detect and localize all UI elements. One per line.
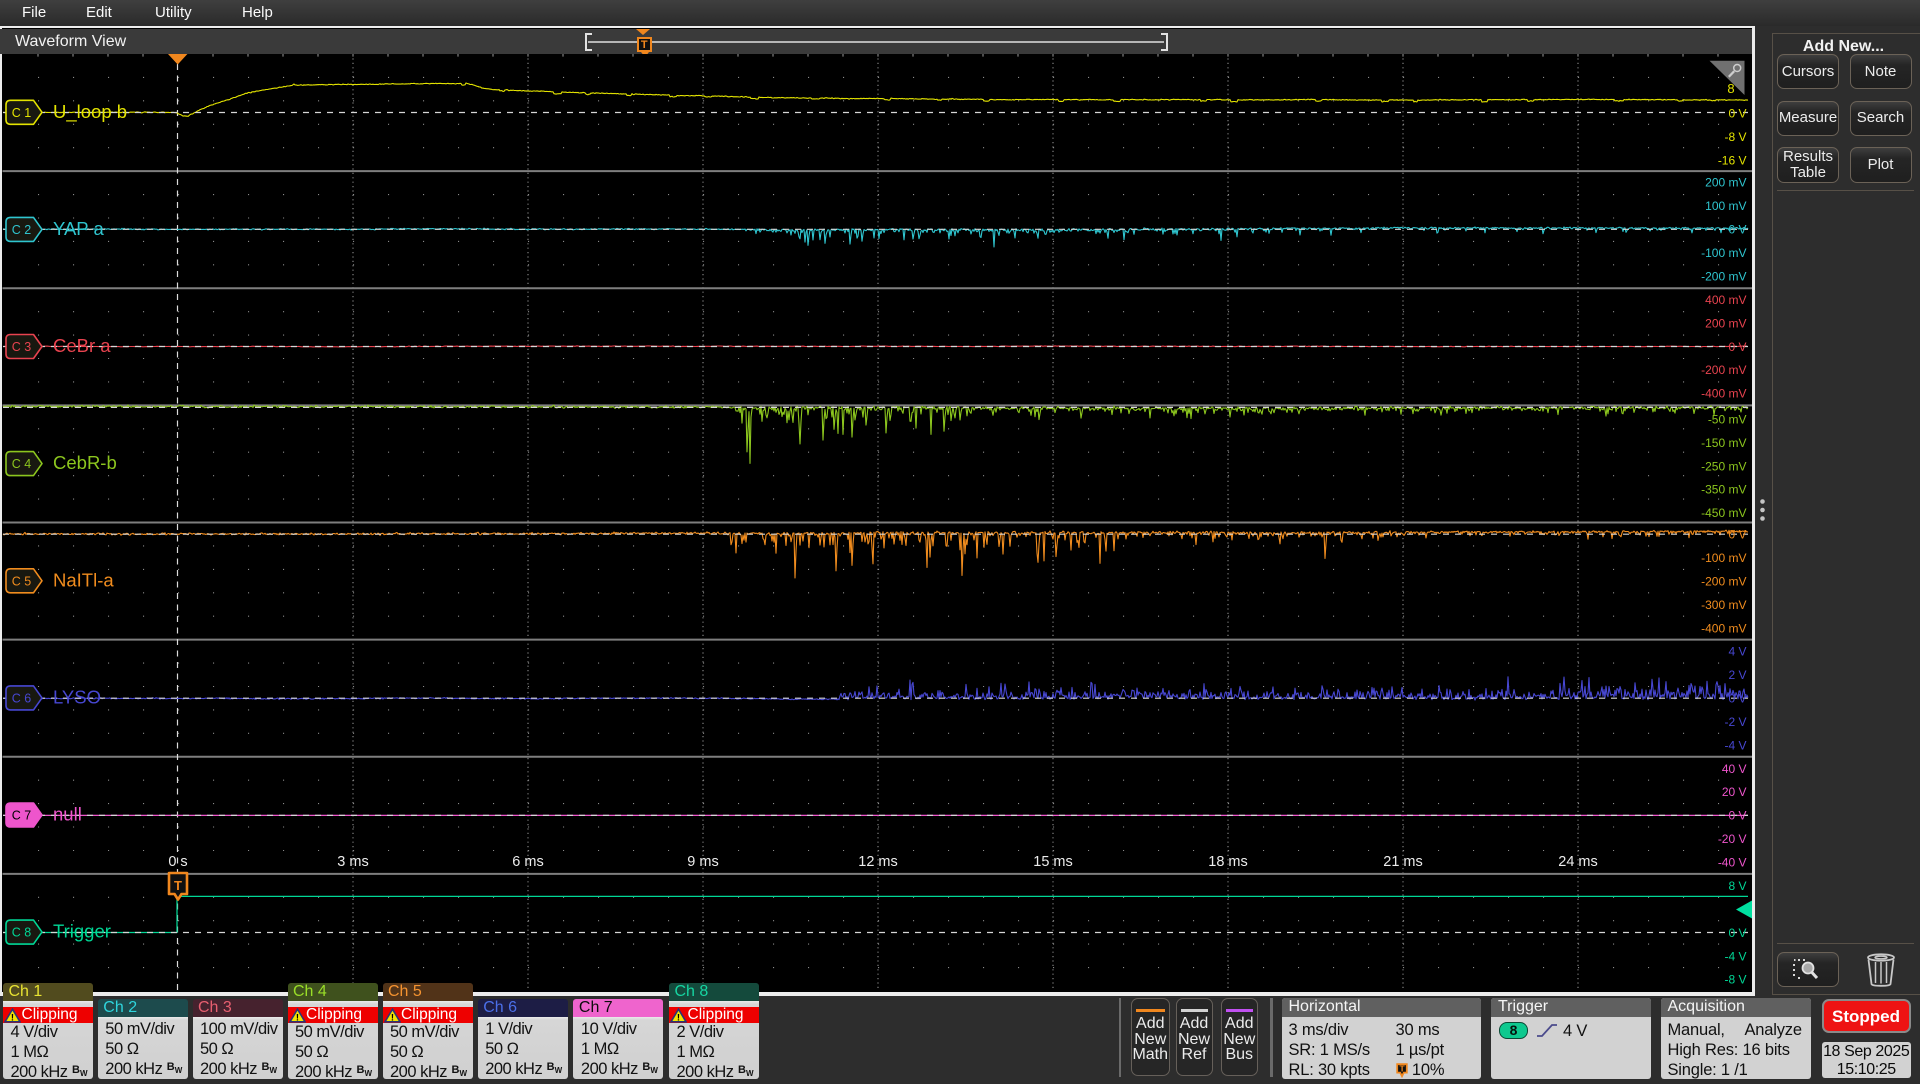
svg-text:0 s: 0 s	[168, 854, 187, 870]
svg-text:8 V: 8 V	[1728, 879, 1746, 893]
svg-text:0 V: 0 V	[1728, 340, 1746, 354]
svg-text:40 V: 40 V	[1722, 762, 1747, 776]
svg-text:-400 mV: -400 mV	[1701, 387, 1746, 401]
svg-text:T: T	[174, 878, 182, 893]
svg-text:!: !	[295, 1012, 298, 1023]
svg-text:LYSO: LYSO	[53, 686, 101, 707]
svg-text:18 ms: 18 ms	[1208, 854, 1248, 870]
svg-text:0 V: 0 V	[1728, 809, 1746, 823]
svg-text:-40 V: -40 V	[1718, 856, 1747, 870]
svg-text:0 V: 0 V	[1728, 528, 1746, 542]
svg-text:-200 mV: -200 mV	[1701, 363, 1746, 377]
svg-text:C 5: C 5	[12, 574, 32, 588]
svg-text:4 V: 4 V	[1728, 645, 1746, 659]
svg-text:C 3: C 3	[12, 340, 32, 354]
svg-text:0 V: 0 V	[1728, 692, 1746, 706]
svg-text:0 V: 0 V	[1728, 926, 1746, 940]
svg-text:-50 mV: -50 mV	[1708, 412, 1747, 426]
svg-text:-200 mV: -200 mV	[1701, 270, 1746, 284]
svg-text:0 V: 0 V	[1728, 223, 1746, 237]
svg-text:400 mV: 400 mV	[1705, 293, 1746, 307]
svg-text:-8 V: -8 V	[1724, 973, 1746, 987]
svg-text:-100 mV: -100 mV	[1701, 246, 1746, 260]
svg-text:200 mV: 200 mV	[1705, 176, 1746, 190]
svg-text:C 2: C 2	[12, 223, 32, 237]
svg-text:CebR-b: CebR-b	[53, 452, 117, 473]
svg-text:!: !	[677, 1012, 680, 1023]
svg-text:C 8: C 8	[12, 926, 32, 940]
svg-text:-20 V: -20 V	[1718, 832, 1747, 846]
svg-text:-4 V: -4 V	[1724, 738, 1746, 752]
svg-text:12 ms: 12 ms	[858, 854, 898, 870]
svg-text:-150 mV: -150 mV	[1701, 436, 1746, 450]
svg-text:-2 V: -2 V	[1724, 715, 1746, 729]
svg-text:-8 V: -8 V	[1724, 130, 1746, 144]
svg-text:2 V: 2 V	[1728, 668, 1746, 682]
svg-text:C 6: C 6	[12, 691, 32, 705]
svg-text:-250 mV: -250 mV	[1701, 459, 1746, 473]
svg-text:-450 mV: -450 mV	[1701, 506, 1746, 520]
svg-text:CeBr a: CeBr a	[53, 335, 111, 356]
svg-text:8: 8	[1727, 81, 1734, 96]
svg-text:-4 V: -4 V	[1724, 949, 1746, 963]
svg-text:200 mV: 200 mV	[1705, 316, 1746, 330]
svg-text:15 ms: 15 ms	[1033, 854, 1073, 870]
svg-text:Trigger: Trigger	[53, 921, 111, 942]
svg-text:-100 mV: -100 mV	[1701, 551, 1746, 565]
svg-text:NaITl-a: NaITl-a	[53, 569, 114, 590]
svg-text:-400 mV: -400 mV	[1701, 621, 1746, 635]
svg-text:6 ms: 6 ms	[512, 854, 543, 870]
svg-text:C 4: C 4	[12, 457, 32, 471]
svg-text:24 ms: 24 ms	[1558, 854, 1598, 870]
svg-text:!: !	[11, 1012, 14, 1023]
svg-text:21 ms: 21 ms	[1383, 854, 1423, 870]
svg-text:-16 V: -16 V	[1718, 154, 1747, 168]
svg-text:C 1: C 1	[12, 106, 32, 120]
svg-text:-300 mV: -300 mV	[1701, 598, 1746, 612]
svg-text:!: !	[390, 1012, 393, 1023]
svg-text:YAP a: YAP a	[53, 218, 104, 239]
svg-text:null: null	[53, 804, 82, 825]
svg-text:20 V: 20 V	[1722, 785, 1747, 799]
svg-text:9 ms: 9 ms	[687, 854, 718, 870]
svg-text:0 V: 0 V	[1728, 107, 1746, 121]
svg-text:-200 mV: -200 mV	[1701, 574, 1746, 588]
svg-text:C 7: C 7	[12, 809, 32, 823]
svg-text:100 mV: 100 mV	[1705, 199, 1746, 213]
svg-text:U_loop b: U_loop b	[53, 101, 127, 123]
svg-text:-350 mV: -350 mV	[1701, 483, 1746, 497]
svg-text:3 ms: 3 ms	[337, 854, 368, 870]
